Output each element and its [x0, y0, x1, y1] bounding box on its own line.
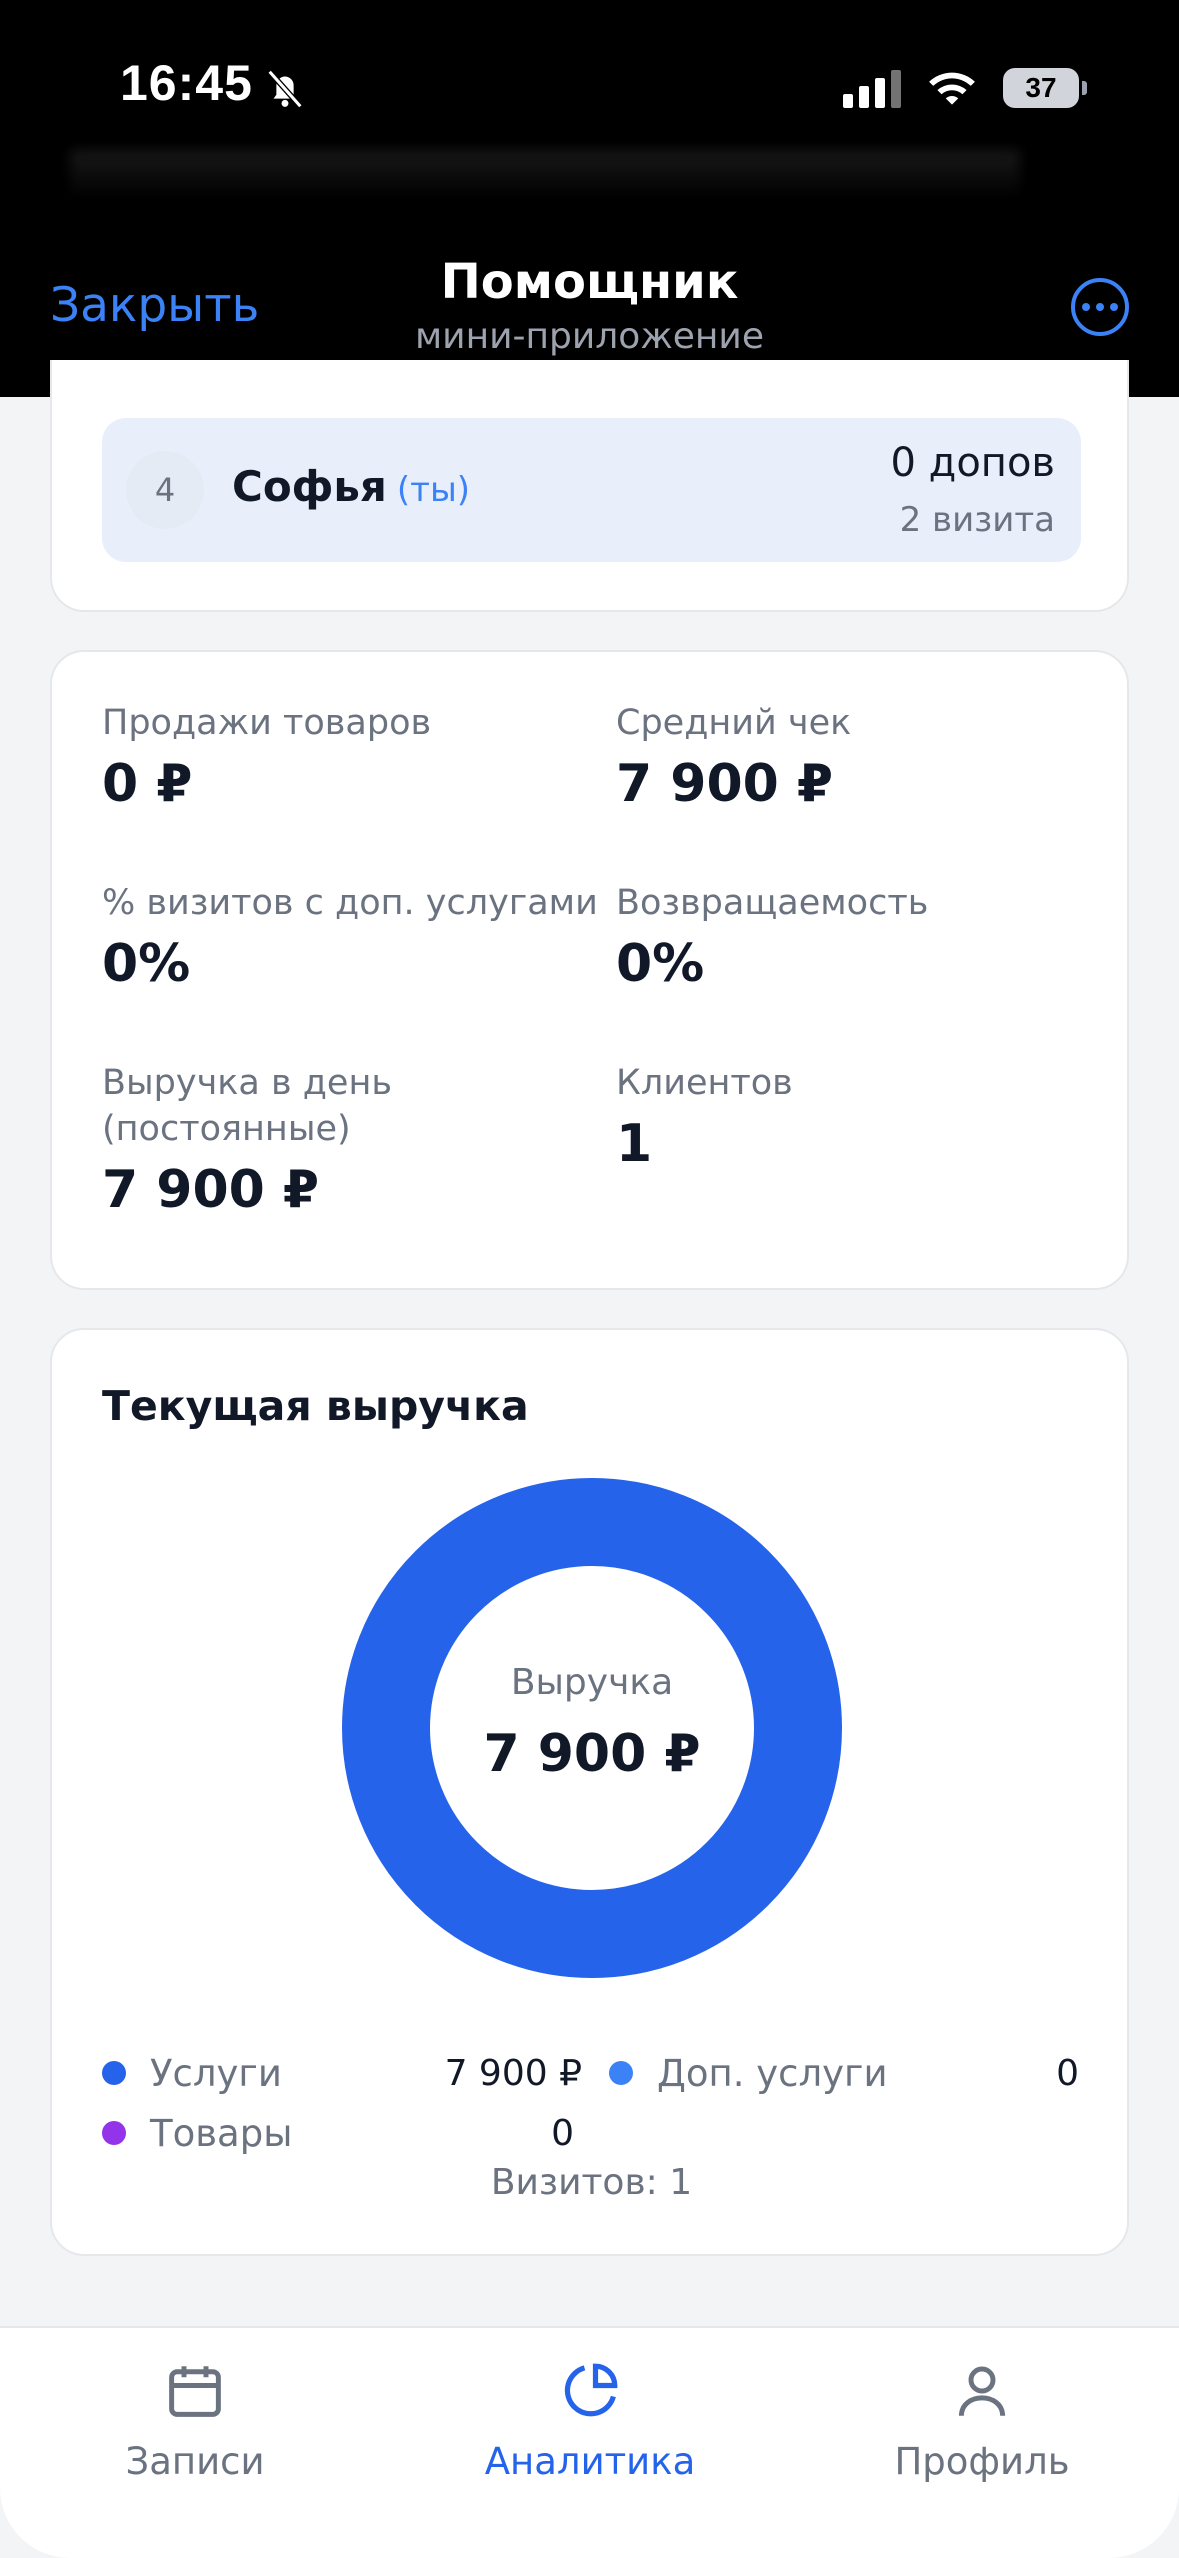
revenue-card: Текущая выручка Выручка 7 900 ₽ Услуги 7…: [50, 1328, 1129, 2256]
stats-card: Продажи товаров 0 ₽ Средний чек 7 900 ₽ …: [50, 650, 1129, 1290]
nav-label: Аналитика: [484, 2440, 696, 2483]
donut-center-label: Выручка: [510, 1662, 674, 1703]
header-subtitle: мини-приложение: [415, 316, 764, 357]
bell-muted-icon: [267, 69, 303, 109]
legend-name: Доп. услуги: [657, 2051, 888, 2095]
stat-label: Продажи товаров: [102, 703, 432, 743]
scrolled-content-shadow: [70, 150, 1020, 200]
stat-visits-with-extras: % визитов с доп. услугами 0%: [102, 880, 598, 994]
nav-label: Профиль: [894, 2440, 1070, 2483]
you-tag: (ты): [396, 470, 471, 510]
stat-value: 1: [616, 1114, 653, 1174]
rank-badge: 4: [126, 451, 204, 529]
stat-label: Средний чек: [616, 703, 852, 743]
legend-item-services: Услуги 7 900 ₽: [102, 2048, 582, 2098]
more-options-button[interactable]: [1071, 278, 1129, 336]
calendar-icon: [169, 2366, 221, 2417]
visits-count: Визитов: 1: [490, 2162, 693, 2203]
stat-label: Возвращаемость: [616, 883, 929, 923]
status-icons: 37: [843, 62, 1087, 114]
bottom-nav: Записи Аналитика Профиль: [0, 2326, 1179, 2558]
stat-value: 7 900 ₽: [616, 754, 834, 814]
nav-tab-analytics[interactable]: Аналитика: [440, 2358, 740, 2483]
nav-tab-profile[interactable]: Профиль: [832, 2358, 1132, 2483]
stat-value: 7 900 ₽: [102, 1160, 320, 1220]
leaderboard-card: 4 Софья (ты) 0 допов 2 визита: [50, 360, 1129, 612]
battery-icon: 37: [1003, 68, 1087, 108]
cellular-signal-icon: [843, 68, 901, 108]
stat-retention: Возвращаемость 0%: [616, 880, 928, 994]
header-title: Помощник: [440, 254, 739, 310]
stat-product-sales: Продажи товаров 0 ₽: [102, 700, 431, 814]
legend-value: 0: [1056, 2052, 1079, 2094]
more-dot-icon: [1082, 303, 1090, 311]
nav-label: Записи: [125, 2440, 265, 2483]
stat-label-line2: (постоянные): [102, 1109, 351, 1149]
nav-tab-records[interactable]: Записи: [45, 2358, 345, 2483]
legend-name: Услуги: [150, 2051, 282, 2095]
donut-center-value: 7 900 ₽: [483, 1724, 701, 1784]
stat-clients: Клиентов 1: [616, 1060, 793, 1174]
leader-visits: 2 визита: [899, 500, 1055, 540]
leader-extras: 0 допов: [890, 440, 1056, 486]
legend-name: Товары: [150, 2111, 293, 2155]
leaderboard-row-self: 4 Софья (ты) 0 допов 2 визита: [102, 418, 1081, 562]
wifi-icon: [929, 72, 975, 105]
app-header: 16:45 37 Закрыть Помощник мини-приложени…: [0, 0, 1179, 397]
stat-revenue-per-day: Выручка в день (постоянные) 7 900 ₽: [102, 1060, 392, 1220]
stat-value: 0%: [616, 934, 705, 994]
legend-item-products: Товары 0: [102, 2108, 574, 2158]
legend-value: 7 900 ₽: [444, 2052, 582, 2094]
stat-label: % визитов с доп. услугами: [102, 883, 598, 923]
more-dot-icon: [1096, 303, 1104, 311]
stat-label: Клиентов: [616, 1063, 793, 1103]
legend-dot: [102, 2061, 126, 2085]
legend-dot: [102, 2121, 126, 2145]
user-icon: [958, 2366, 1006, 2416]
stat-value: 0%: [102, 934, 191, 994]
legend-dot: [609, 2061, 633, 2085]
stat-avg-check: Средний чек 7 900 ₽: [616, 700, 851, 814]
revenue-title: Текущая выручка: [102, 1382, 529, 1430]
pie-chart-icon: [564, 2363, 618, 2417]
legend-item-extras: Доп. услуги 0: [609, 2048, 1079, 2098]
legend-value: 0: [551, 2112, 574, 2154]
stat-label-line1: Выручка в день: [102, 1063, 392, 1103]
more-dot-icon: [1110, 303, 1118, 311]
leader-name: Софья (ты): [232, 462, 470, 511]
leader-name-text: Софья: [232, 462, 387, 511]
status-time: 16:45: [120, 55, 253, 111]
stat-value: 0 ₽: [102, 754, 193, 814]
